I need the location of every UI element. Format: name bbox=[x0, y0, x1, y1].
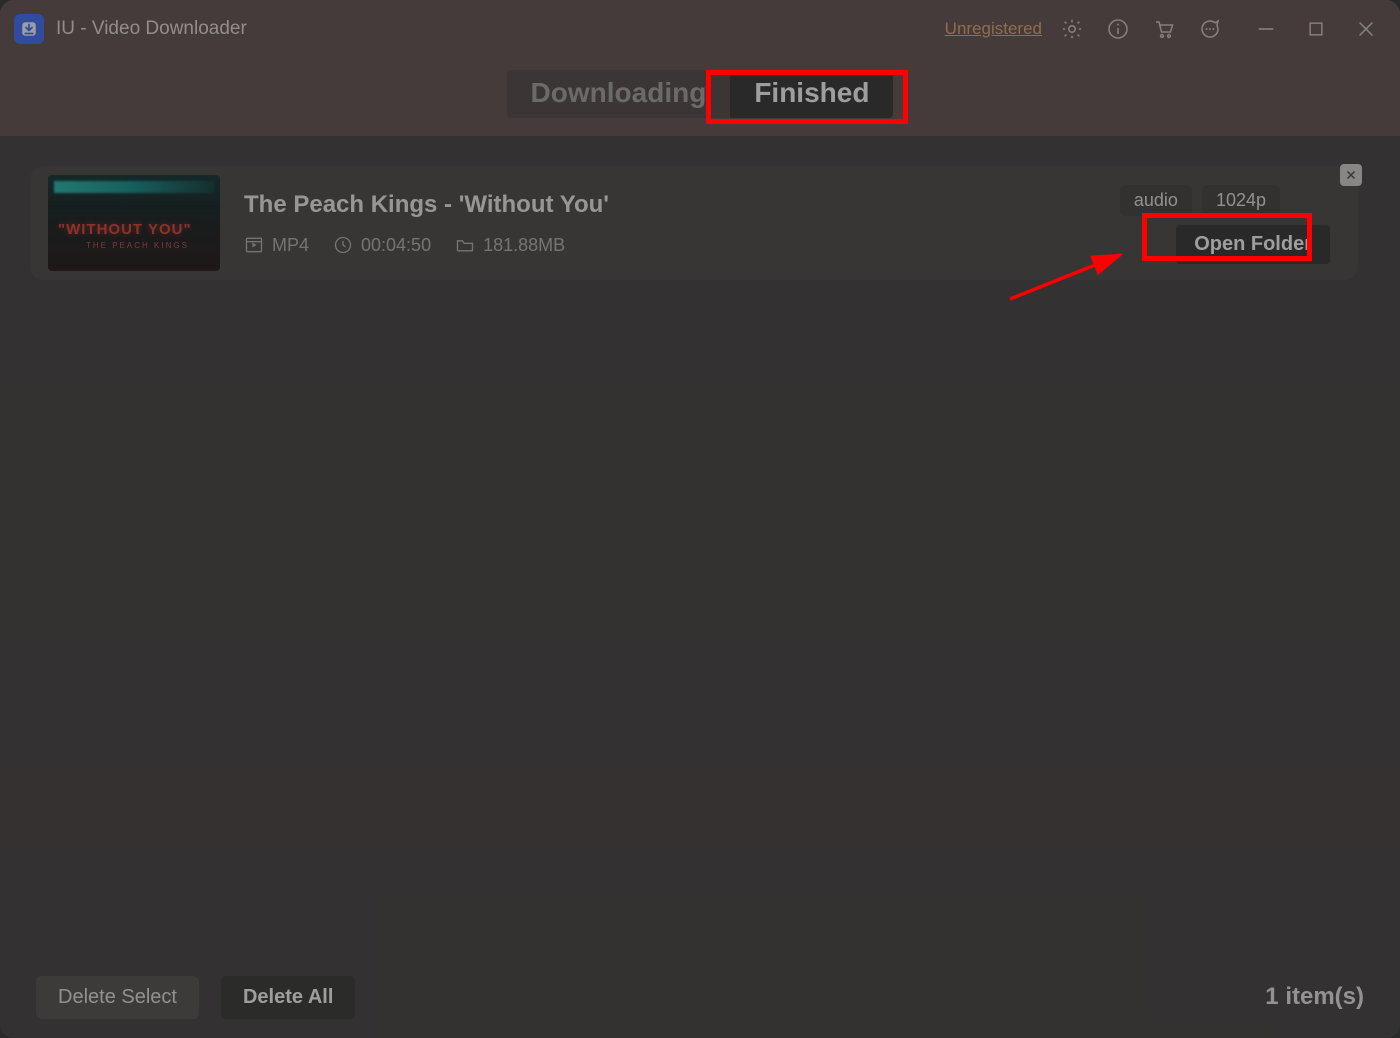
content-area: "WITHOUT YOU" THE PEACH KINGS The Peach … bbox=[0, 136, 1400, 1038]
item-thumbnail: "WITHOUT YOU" THE PEACH KINGS bbox=[48, 175, 220, 271]
delete-select-button[interactable]: Delete Select bbox=[36, 976, 199, 1019]
unregistered-link[interactable]: Unregistered bbox=[945, 19, 1042, 39]
item-format: MP4 bbox=[272, 235, 309, 256]
tab-finished[interactable]: Finished bbox=[730, 70, 893, 118]
cart-icon[interactable] bbox=[1150, 15, 1178, 43]
app-icon bbox=[14, 14, 44, 44]
item-size: 181.88MB bbox=[483, 235, 565, 256]
tab-bar: Downloading Finished bbox=[0, 58, 1400, 136]
info-icon[interactable] bbox=[1104, 15, 1132, 43]
titlebar: IU - Video Downloader Unregistered bbox=[0, 0, 1400, 58]
maximize-icon[interactable] bbox=[1302, 15, 1330, 43]
minimize-icon[interactable] bbox=[1252, 15, 1280, 43]
folder-icon bbox=[455, 235, 475, 255]
badge-audio: audio bbox=[1120, 185, 1192, 216]
settings-icon[interactable] bbox=[1058, 15, 1086, 43]
item-count: 1 item(s) bbox=[1265, 983, 1364, 1011]
app-window: IU - Video Downloader Unregistered bbox=[0, 0, 1400, 1038]
remove-item-button[interactable] bbox=[1340, 164, 1362, 186]
badge-quality: 1024p bbox=[1202, 185, 1280, 216]
app-title: IU - Video Downloader bbox=[56, 18, 247, 40]
tab-downloading[interactable]: Downloading bbox=[507, 70, 731, 118]
video-file-icon bbox=[244, 235, 264, 255]
thumb-sub-text: THE PEACH KINGS bbox=[86, 241, 189, 250]
download-item[interactable]: "WITHOUT YOU" THE PEACH KINGS The Peach … bbox=[30, 166, 1358, 280]
thumb-main-text: "WITHOUT YOU" bbox=[58, 221, 192, 238]
delete-all-button[interactable]: Delete All bbox=[221, 976, 355, 1019]
open-folder-button[interactable]: Open Folder bbox=[1176, 225, 1330, 264]
decorative-band bbox=[0, 761, 1400, 847]
chat-icon[interactable] bbox=[1196, 15, 1224, 43]
clock-icon bbox=[333, 235, 353, 255]
item-title: The Peach Kings - 'Without You' bbox=[244, 191, 1096, 219]
item-duration: 00:04:50 bbox=[361, 235, 431, 256]
close-icon[interactable] bbox=[1352, 15, 1380, 43]
bottom-bar: Delete Select Delete All 1 item(s) bbox=[0, 956, 1400, 1038]
